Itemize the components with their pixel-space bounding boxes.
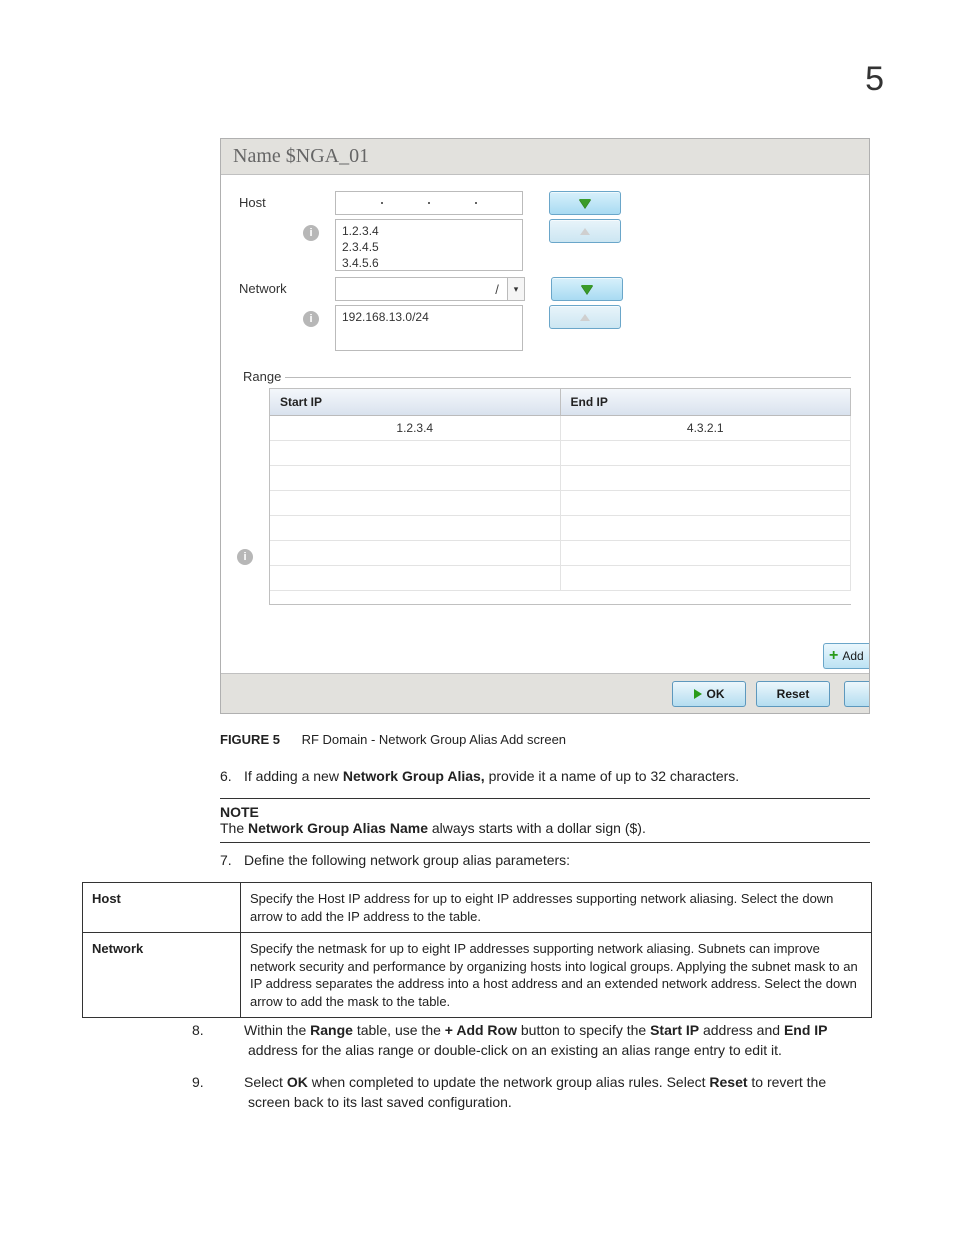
reset-button[interactable]: Reset [756,681,830,707]
range-table: Start IP End IP 1.2.3.4 4.3.2.1 [269,388,851,605]
cell-end-ip: 4.3.2.1 [561,416,852,440]
table-row: Host Specify the Host IP address for up … [83,883,872,933]
host-ip-input[interactable] [335,191,523,215]
reset-label: Reset [777,687,810,701]
add-row-button[interactable]: + Add [823,643,869,669]
network-remove-up-button[interactable] [549,305,621,329]
param-network-desc: Specify the netmask for up to eight IP a… [241,933,872,1018]
table-row[interactable] [270,491,851,516]
ok-button[interactable]: OK [672,681,746,707]
table-row[interactable] [270,566,851,591]
chevron-down-icon[interactable]: ▾ [507,277,525,301]
network-cidr-input[interactable]: / ▾ [335,277,525,301]
range-legend: Range [239,369,285,384]
figure-caption: FIGURE 5 RF Domain - Network Group Alias… [220,732,566,747]
parameter-table: Host Specify the Host IP address for up … [82,882,872,1018]
host-ip-list[interactable]: 1.2.3.4 2.3.4.5 3.4.5.6 [335,219,523,271]
range-fieldset: Range Start IP End IP 1.2.3.4 4.3.2.1 [239,359,851,605]
step-9: 9.Select OK when completed to update the… [220,1072,870,1113]
network-row: Network / ▾ [239,277,851,301]
table-row[interactable]: 1.2.3.4 4.3.2.1 [270,416,851,441]
table-row[interactable] [270,466,851,491]
figure-text: RF Domain - Network Group Alias Add scre… [302,732,566,747]
add-row-label: Add [842,649,863,663]
step-6: 6.If adding a new Network Group Alias, p… [220,766,870,786]
host-list-row: i 1.2.3.4 2.3.4.5 3.4.5.6 [239,219,851,271]
network-list-row: i 192.168.13.0/24 [239,305,851,351]
table-row: Network Specify the netmask for up to ei… [83,933,872,1018]
host-row: Host [239,191,851,215]
figure-label: FIGURE 5 [220,732,280,747]
extra-button[interactable] [844,681,869,707]
form-area: Host i 1.2.3.4 2.3.4.5 3.4.5.6 Network /… [221,175,869,351]
network-list[interactable]: 192.168.13.0/24 [335,305,523,351]
ok-label: OK [707,687,725,701]
host-add-down-button[interactable] [549,191,621,215]
col-end-ip[interactable]: End IP [561,389,852,415]
range-table-header: Start IP End IP [270,389,851,416]
param-host-label: Host [83,883,241,933]
arrow-up-icon [580,228,590,235]
note-block: NOTE The Network Group Alias Name always… [220,798,870,843]
arrow-up-icon [580,314,590,321]
plus-icon: + [829,647,838,665]
table-row[interactable] [270,541,851,566]
arrow-down-icon [579,199,591,208]
host-remove-up-button[interactable] [549,219,621,243]
page-number: 5 [865,60,884,99]
dialog-title: Name $NGA_01 [221,139,869,175]
play-icon [694,689,702,699]
dialog-footer: OK Reset [221,673,869,713]
info-icon: i [303,311,319,327]
range-table-body: 1.2.3.4 4.3.2.1 [270,416,851,604]
param-network-label: Network [83,933,241,1018]
param-host-desc: Specify the Host IP address for up to ei… [241,883,872,933]
host-label: Host [239,191,335,210]
table-row[interactable] [270,516,851,541]
dialog-screenshot: Name $NGA_01 Host i 1.2.3.4 2.3.4.5 3.4.… [220,138,870,714]
table-row[interactable] [270,441,851,466]
network-add-down-button[interactable] [551,277,623,301]
network-label: Network [239,277,335,296]
info-icon: i [237,549,253,565]
arrow-down-icon [581,285,593,294]
note-label: NOTE [220,804,870,820]
info-icon: i [303,225,319,241]
cell-start-ip: 1.2.3.4 [270,416,561,440]
col-start-ip[interactable]: Start IP [270,389,561,415]
step-8: 8.Within the Range table, use the + Add … [220,1020,870,1061]
step-7: 7.Define the following network group ali… [220,850,870,870]
